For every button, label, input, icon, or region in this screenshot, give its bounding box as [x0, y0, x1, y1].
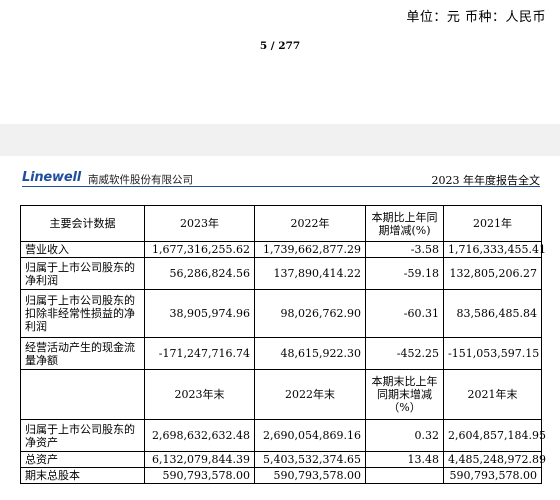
table-subheader-row: 2023年末 2022年末 本期末比上年同期末增减（%） 2021年末	[20, 369, 542, 420]
header-cell: 本期比上年同期增减(%)	[365, 205, 444, 242]
page-break-gap	[0, 124, 560, 156]
row-label: 经营活动产生的现金流量净额	[20, 337, 145, 370]
value-cell: 48,615,922.30	[254, 337, 366, 370]
value-cell: 4,485,248,972.89	[443, 451, 546, 468]
company-name: 南威软件股份有限公司	[88, 174, 193, 186]
row-label: 归属于上市公司股东的净利润	[20, 257, 145, 290]
value-cell: -3.58	[365, 241, 444, 258]
row-label: 期末总股本	[20, 467, 145, 484]
value-cell: 0.32	[365, 419, 444, 452]
header-cell: 2022年末	[254, 369, 366, 420]
value-cell: 56,286,824.56	[144, 257, 255, 290]
table-row: 归属于上市公司股东的扣除非经常性损益的净利润 38,905,974.96 98,…	[20, 289, 542, 338]
header-cell: 2022年	[254, 205, 366, 242]
value-cell: 2,690,054,869.16	[254, 419, 366, 452]
value-cell: 6,132,079,844.39	[144, 451, 255, 468]
value-cell: 132,805,206.27	[443, 257, 542, 290]
value-cell: 590,793,578.00	[443, 467, 542, 484]
row-label: 总资产	[20, 451, 145, 468]
value-cell: -59.18	[365, 257, 444, 290]
header-cell: 2021年末	[443, 369, 542, 420]
value-cell: 83,586,485.84	[443, 289, 542, 338]
value-cell: 590,793,578.00	[254, 467, 366, 484]
value-cell: 98,026,762.90	[254, 289, 366, 338]
header-divider	[22, 186, 540, 187]
header-cell: 主要会计数据	[20, 205, 145, 242]
value-cell: 2,698,632,632.48	[144, 419, 255, 452]
page-number: 5 / 277	[259, 40, 301, 52]
header-cell: 2023年	[144, 205, 255, 242]
value-cell: -171,247,716.74	[144, 337, 255, 370]
header-cell: 2021年	[443, 205, 542, 242]
row-label: 归属于上市公司股东的净资产	[20, 419, 145, 452]
value-cell: 5,403,532,374.65	[254, 451, 366, 468]
table-row: 营业收入 1,677,316,255.62 1,739,662,877.29 -…	[20, 241, 546, 258]
table-row: 归属于上市公司股东的净利润 56,286,824.56 137,890,414.…	[20, 257, 542, 290]
value-cell: 590,793,578.00	[144, 467, 255, 484]
value-cell: -452.25	[365, 337, 444, 370]
table-row: 经营活动产生的现金流量净额 -171,247,716.74 48,615,922…	[20, 337, 542, 370]
value-cell: 137,890,414.22	[254, 257, 366, 290]
currency-unit-text: 单位：元 币种：人民币	[406, 10, 546, 25]
value-cell	[365, 467, 444, 484]
value-cell: 13.48	[365, 451, 444, 468]
header-cell: 2023年末	[144, 369, 255, 420]
table-row: 归属于上市公司股东的净资产 2,698,632,632.48 2,690,054…	[20, 419, 546, 452]
key-accounting-data-table: 主要会计数据 2023年 2022年 本期比上年同期增减(%) 2021年 营业…	[20, 205, 546, 484]
table-row: 期末总股本 590,793,578.00 590,793,578.00 590,…	[20, 467, 542, 484]
value-cell: 1,677,316,255.62	[144, 241, 255, 258]
row-label: 营业收入	[20, 241, 145, 258]
table-row: 总资产 6,132,079,844.39 5,403,532,374.65 13…	[20, 451, 546, 468]
value-cell: 38,905,974.96	[144, 289, 255, 338]
value-cell: -60.31	[365, 289, 444, 338]
value-cell: 2,604,857,184.95	[443, 419, 546, 452]
value-cell: 1,716,333,455.41	[443, 241, 546, 258]
company-logo: Linewell	[22, 170, 81, 185]
row-label: 归属于上市公司股东的扣除非经常性损益的净利润	[20, 289, 145, 338]
header-cell	[20, 369, 145, 420]
table-header-row: 主要会计数据 2023年 2022年 本期比上年同期增减(%) 2021年	[20, 205, 542, 242]
value-cell: -151,053,597.15	[443, 337, 542, 370]
header-cell: 本期末比上年同期末增减（%）	[365, 369, 444, 420]
value-cell: 1,739,662,877.29	[254, 241, 366, 258]
